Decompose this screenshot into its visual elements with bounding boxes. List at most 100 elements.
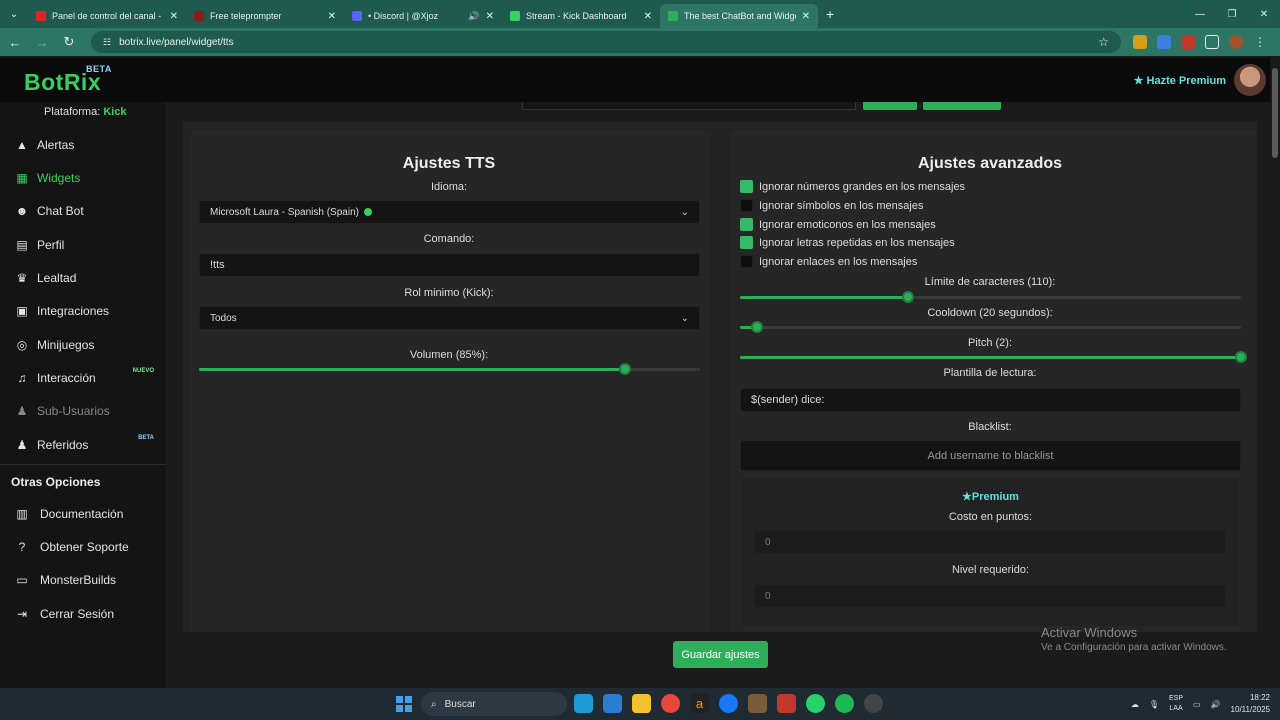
reload-button[interactable]: ↻ <box>57 34 81 50</box>
sidebar-item-sub-usuarios[interactable]: ♟ Sub-Usuarios <box>14 401 164 421</box>
profile-icon[interactable] <box>1229 35 1243 49</box>
image-url-input[interactable] <box>522 102 856 110</box>
checkbox[interactable] <box>740 255 753 268</box>
level-input[interactable]: 0 <box>754 584 1226 608</box>
pitch-slider[interactable] <box>740 351 1247 363</box>
site-info-icon[interactable]: ☷ <box>103 37 111 48</box>
whatsapp-icon[interactable] <box>806 694 825 713</box>
language-indicator[interactable]: ESP LAA <box>1169 694 1183 714</box>
sidebar-item-label: Sub-Usuarios <box>37 404 110 418</box>
extensions-puzzle-icon[interactable] <box>1205 35 1219 49</box>
forward-button[interactable]: → <box>30 35 54 50</box>
checkbox[interactable] <box>740 236 753 249</box>
chrome-icon[interactable] <box>661 694 680 713</box>
bookmark-star-icon[interactable]: ☆ <box>1098 35 1109 49</box>
favicon-icon <box>194 11 204 21</box>
char-limit-slider[interactable] <box>740 291 1241 303</box>
taskbar-search[interactable]: ⌕ Buscar <box>421 692 567 716</box>
page-scrollbar[interactable] <box>1270 56 1280 688</box>
browser-tab[interactable]: The best ChatBot and Widgets ✕ <box>660 4 818 28</box>
cooldown-slider-handle[interactable] <box>751 321 763 333</box>
back-button[interactable]: ← <box>3 35 27 50</box>
cost-input[interactable]: 0 <box>754 530 1226 554</box>
sidebar-item-documentaci-n[interactable]: ▥ Documentación <box>14 504 164 524</box>
test-button[interactable] <box>923 102 1001 110</box>
url-bar[interactable]: ☷ botrix.live/panel/widget/tts ☆ <box>91 31 1121 53</box>
tab-search-button[interactable]: ⌄ <box>0 0 28 28</box>
sidebar-item-monsterbuilds[interactable]: ▭ MonsterBuilds <box>14 570 164 590</box>
blacklist-input[interactable]: Add username to blacklist <box>740 440 1241 471</box>
command-input[interactable]: !tts <box>199 253 700 277</box>
sidebar-item-interacci-n[interactable]: ♫ Interacción NUEVO <box>14 368 164 388</box>
cloud-icon[interactable]: ☁ <box>1131 700 1139 709</box>
sidebar-item-minijuegos[interactable]: ◎ Minijuegos <box>14 335 164 355</box>
cooldown-slider[interactable] <box>740 321 1241 333</box>
close-tab-icon[interactable]: ✕ <box>802 11 810 22</box>
sidebar-item-obtener-soporte[interactable]: ? Obtener Soporte <box>14 537 164 557</box>
store-icon[interactable] <box>603 694 622 713</box>
edge-icon[interactable] <box>574 694 593 713</box>
extension-shield-icon[interactable] <box>1157 35 1171 49</box>
ignore-option-row[interactable]: Ignorar números grandes en los mensajes <box>740 180 965 193</box>
microphone-icon[interactable]: 🎙 <box>1149 700 1159 709</box>
sidebar-badge: BETA <box>138 435 154 441</box>
sidebar-item-chat-bot[interactable]: ☻ Chat Bot <box>14 201 164 221</box>
template-input[interactable]: $(sender) dice: <box>740 388 1241 412</box>
botrix-logo[interactable]: BotRix BETA <box>24 64 111 96</box>
avatar[interactable] <box>1234 64 1266 96</box>
folder-icon[interactable] <box>632 694 651 713</box>
network-icon[interactable]: ▭ <box>1193 700 1201 709</box>
ignore-option-row[interactable]: Ignorar letras repetidas en los mensajes <box>740 236 955 249</box>
clock[interactable]: 18:22 10/11/2025 <box>1231 692 1270 716</box>
char-limit-slider-handle[interactable] <box>902 291 914 303</box>
ignore-option-row[interactable]: Ignorar emoticonos en los mensajes <box>740 218 936 231</box>
language-select[interactable]: Microsoft Laura - Spanish (Spain) ⌄ <box>199 200 700 224</box>
app-icon[interactable] <box>748 694 767 713</box>
speaker-icon[interactable]: 🔊 <box>468 11 479 22</box>
new-tab-button[interactable]: + <box>826 6 834 22</box>
checkbox[interactable] <box>740 199 753 212</box>
sidebar-item-cerrar-sesi-n[interactable]: ⇥ Cerrar Sesión <box>14 604 164 624</box>
sidebar-item-widgets[interactable]: ▦ Widgets <box>14 168 164 188</box>
role-select[interactable]: Todos ⌄ <box>199 306 700 330</box>
close-window-button[interactable]: ✕ <box>1248 9 1280 20</box>
sidebar-item-alertas[interactable]: ▲ Alertas <box>14 135 164 155</box>
ignore-option-row[interactable]: Ignorar enlaces en los mensajes <box>740 255 917 268</box>
volume-slider-handle[interactable] <box>619 363 631 375</box>
browser-tab[interactable]: • Discord | @Xjoz 🔊 ✕ <box>344 4 502 28</box>
sidebar-item-perfil[interactable]: ▤ Perfil <box>14 235 164 255</box>
close-tab-icon[interactable]: ✕ <box>644 11 652 22</box>
sidebar-item-referidos[interactable]: ♟ Referidos BETA <box>14 435 164 455</box>
ignore-option-row[interactable]: Ignorar símbolos en los mensajes <box>740 199 923 212</box>
sidebar-item-lealtad[interactable]: ♛ Lealtad <box>14 268 164 288</box>
pitch-slider-fill <box>740 356 1241 359</box>
close-tab-icon[interactable]: ✕ <box>486 11 494 22</box>
cooldown-label: Cooldown (20 segundos): <box>927 307 1053 319</box>
browser-menu-icon[interactable]: ⋮ <box>1253 35 1267 49</box>
app-icon[interactable] <box>864 694 883 713</box>
browser-tab[interactable]: Stream - Kick Dashboard ✕ <box>502 4 660 28</box>
extension-red-icon[interactable] <box>1181 35 1195 49</box>
spotify-icon[interactable] <box>835 694 854 713</box>
browser-tab[interactable]: Panel de control del canal - You ✕ <box>28 4 186 28</box>
amazon-icon[interactable]: a <box>690 694 709 713</box>
volume-icon[interactable]: 🔊 <box>1211 700 1221 709</box>
browser-tab[interactable]: Free teleprompter ✕ <box>186 4 344 28</box>
sidebar-item-integraciones[interactable]: ▣ Integraciones <box>14 301 164 321</box>
app-icon[interactable] <box>777 694 796 713</box>
close-tab-icon[interactable]: ✕ <box>328 11 336 22</box>
volume-slider[interactable] <box>199 363 700 375</box>
pitch-slider-handle[interactable] <box>1235 351 1247 363</box>
maximize-button[interactable]: ❐ <box>1216 9 1248 20</box>
facebook-icon[interactable] <box>719 694 738 713</box>
checkbox[interactable] <box>740 218 753 231</box>
extension-icon[interactable] <box>1133 35 1147 49</box>
premium-link[interactable]: ★ Hazte Premium <box>1134 74 1226 87</box>
checkbox[interactable] <box>740 180 753 193</box>
upload-button[interactable] <box>863 102 917 110</box>
windows-start-icon[interactable] <box>396 696 412 712</box>
save-settings-button[interactable]: Guardar ajustes <box>673 641 768 668</box>
minimize-button[interactable]: — <box>1184 9 1216 20</box>
scrollbar-thumb[interactable] <box>1272 68 1278 158</box>
close-tab-icon[interactable]: ✕ <box>170 11 178 22</box>
